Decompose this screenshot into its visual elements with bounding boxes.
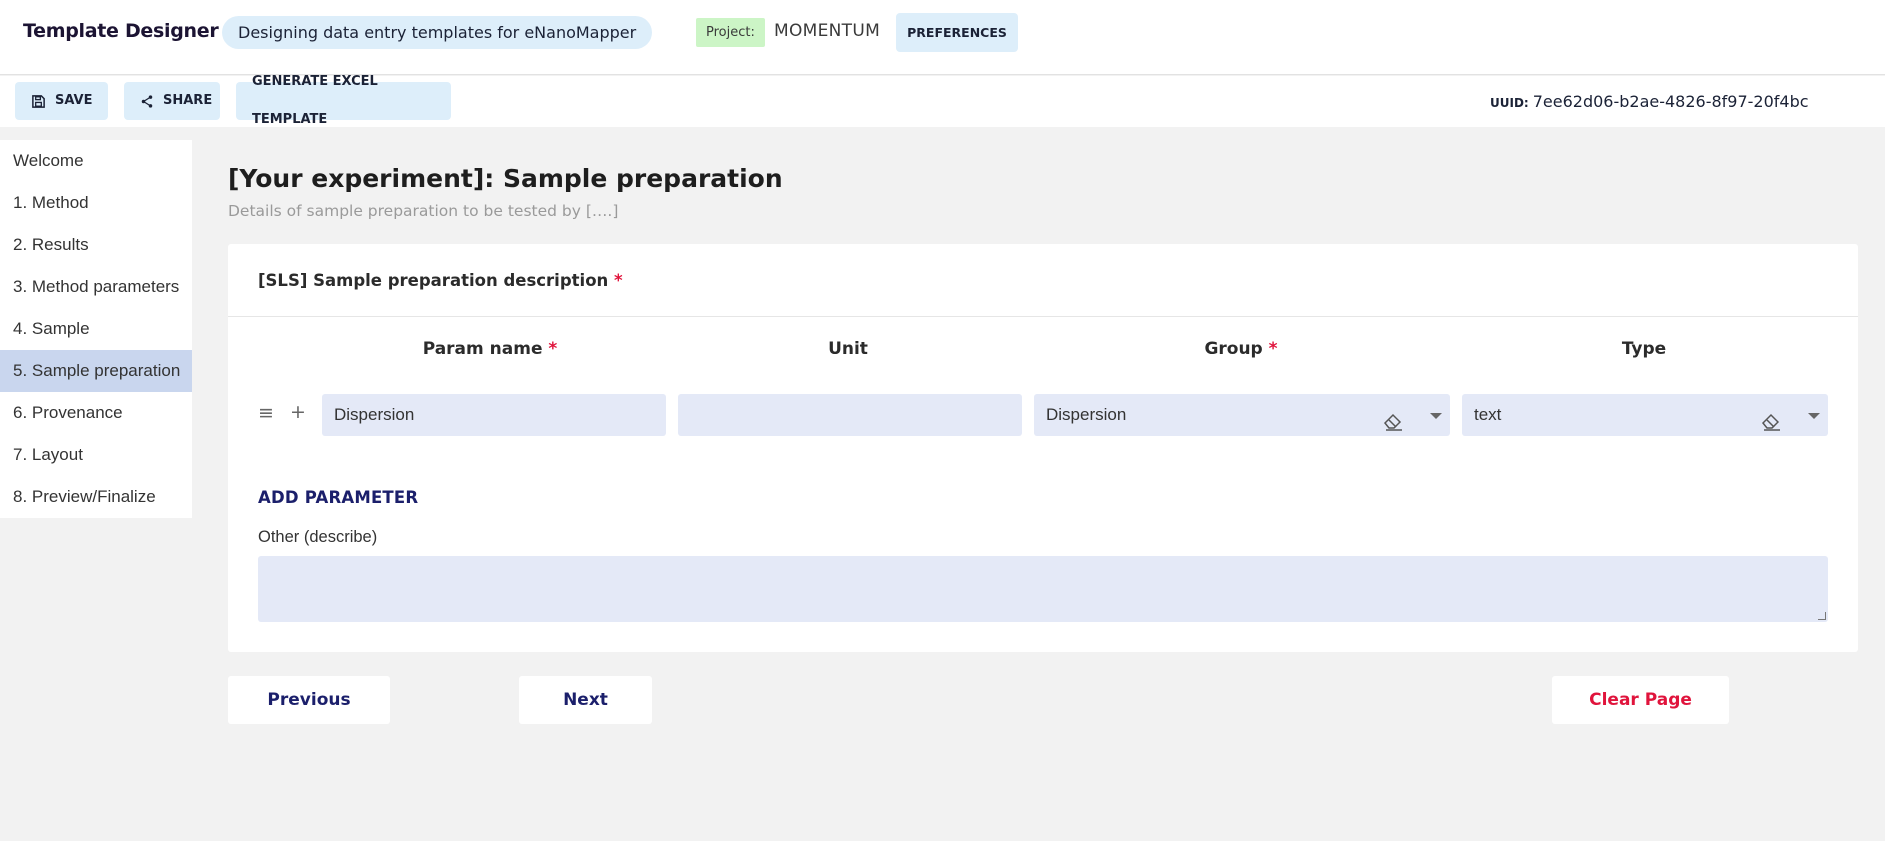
sidebar-item-sample[interactable]: 4. Sample <box>0 308 192 350</box>
preferences-button[interactable]: PREFERENCES <box>896 13 1018 52</box>
sidebar-item-sample-preparation[interactable]: 5. Sample preparation <box>0 350 192 392</box>
sidebar-item-method[interactable]: 1. Method <box>0 182 192 224</box>
previous-button[interactable]: Previous <box>228 676 390 724</box>
sidebar-nav: Welcome 1. Method 2. Results 3. Method p… <box>0 140 192 518</box>
save-label: SAVE <box>55 93 93 108</box>
type-select[interactable]: text <box>1462 394 1828 436</box>
parameters-card: [SLS] Sample preparation description * P… <box>228 244 1858 652</box>
card-title: [SLS] Sample preparation description <box>258 271 609 290</box>
project-label: Project: <box>696 18 765 47</box>
sidebar-item-provenance[interactable]: 6. Provenance <box>0 392 192 434</box>
project-name: MOMENTUM <box>774 21 881 41</box>
column-header-param-name: Param name * <box>422 339 558 359</box>
resize-grip-icon[interactable] <box>1818 612 1826 620</box>
column-header-type: Type <box>1621 339 1667 359</box>
group-select[interactable]: Dispersion <box>1034 394 1450 436</box>
sidebar-item-preview-finalize[interactable]: 8. Preview/Finalize <box>0 476 192 518</box>
app-title: Template Designer <box>23 20 219 42</box>
unit-input[interactable] <box>678 394 1022 436</box>
app-subtitle: Designing data entry templates for eNano… <box>222 16 653 49</box>
uuid-value: 7ee62d06-b2ae-4826-8f97-20f4bc <box>1532 92 1809 111</box>
toolbar: SAVE SHARE GENERATE EXCEL TEMPLATE UUID:… <box>0 74 1885 127</box>
param-name-input[interactable]: Dispersion <box>322 394 666 436</box>
column-header-unit: Unit <box>828 339 868 359</box>
share-icon <box>140 94 154 109</box>
sidebar-item-welcome[interactable]: Welcome <box>0 140 192 182</box>
drag-handle-icon[interactable]: ≡ <box>258 402 274 424</box>
clear-page-button[interactable]: Clear Page <box>1552 676 1729 724</box>
uuid-label: UUID: <box>1490 96 1529 110</box>
other-describe-label: Other (describe) <box>258 528 378 546</box>
next-button[interactable]: Next <box>519 676 652 724</box>
add-icon[interactable]: + <box>290 401 306 423</box>
required-marker: * <box>614 271 623 290</box>
uuid-display: UUID: 7ee62d06-b2ae-4826-8f97-20f4bc <box>1490 92 1809 111</box>
column-header-group: Group * <box>1204 339 1278 359</box>
required-marker: * <box>1268 339 1278 359</box>
save-button[interactable]: SAVE <box>15 82 108 120</box>
sidebar-item-layout[interactable]: 7. Layout <box>0 434 192 476</box>
type-value: text <box>1474 405 1502 424</box>
eraser-icon[interactable] <box>1382 405 1404 447</box>
add-parameter-button[interactable]: ADD PARAMETER <box>258 488 418 507</box>
generate-label: GENERATE EXCEL TEMPLATE <box>252 74 378 127</box>
share-label: SHARE <box>163 93 213 108</box>
other-describe-textarea[interactable] <box>258 556 1828 622</box>
chevron-down-icon[interactable] <box>1808 413 1820 419</box>
chevron-down-icon[interactable] <box>1430 413 1442 419</box>
sidebar-item-results[interactable]: 2. Results <box>0 224 192 266</box>
save-icon <box>31 94 46 109</box>
page-title: [Your experiment]: Sample preparation <box>228 164 783 193</box>
group-value: Dispersion <box>1046 405 1127 424</box>
eraser-icon[interactable] <box>1760 405 1782 447</box>
sidebar-item-method-parameters[interactable]: 3. Method parameters <box>0 266 192 308</box>
card-header: [SLS] Sample preparation description * <box>228 244 1858 317</box>
generate-excel-template-button[interactable]: GENERATE EXCEL TEMPLATE <box>236 74 451 127</box>
page-description: Details of sample preparation to be test… <box>228 202 619 220</box>
required-marker: * <box>548 339 558 359</box>
share-button[interactable]: SHARE <box>124 82 220 120</box>
